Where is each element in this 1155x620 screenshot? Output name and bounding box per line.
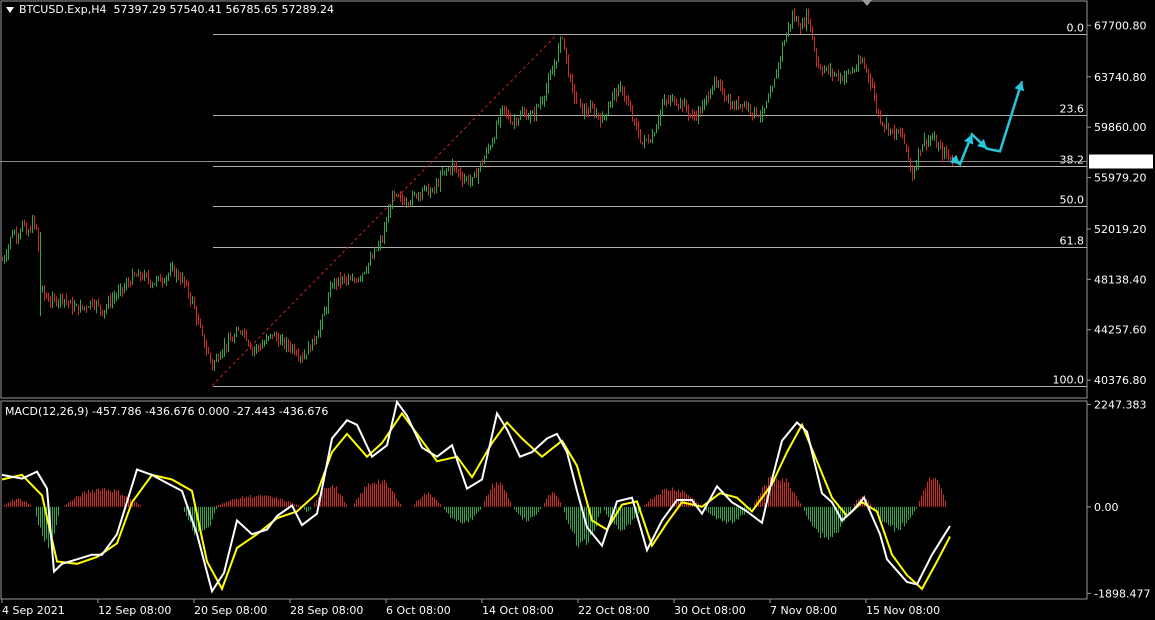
time-axis: 4 Sep 2021 12 Sep 08:00 20 Sep 08:00 28 Sep… <box>1 599 940 617</box>
signal-line <box>1 411 951 592</box>
price-tick-label: 52019.20 <box>1094 223 1147 236</box>
price-tick-label: 59860.00 <box>1094 121 1147 134</box>
chart-header: BTCUSD.Exp,H4 57397.29 57540.41 56785.65… <box>6 3 334 16</box>
fib-trend-line <box>211 34 558 387</box>
fib-level-label: 100.0 <box>1053 374 1085 387</box>
macd-lines <box>1 399 951 594</box>
fib-level-label: 50.0 <box>1060 194 1085 207</box>
price-tick-label: 48138.40 <box>1094 273 1147 286</box>
candlesticks <box>2 8 953 372</box>
ohlc-values: 57397.29 57540.41 56785.65 57289.24 <box>113 3 334 16</box>
time-tick-label: 7 Nov 08:00 <box>770 604 837 617</box>
time-tick-label: 22 Oct 08:00 <box>578 604 650 617</box>
price-tick-label: 44257.60 <box>1094 324 1147 337</box>
macd-tick-label: 0.00 <box>1094 501 1119 514</box>
fib-level-label: 0.0 <box>1067 22 1085 35</box>
price-tick-label: 67700.80 <box>1094 19 1147 32</box>
macd-tick-label: 2247.383 <box>1094 398 1147 411</box>
projection-arrowhead <box>949 154 960 165</box>
macd-line <box>1 399 951 594</box>
fib-trendline <box>211 34 558 387</box>
projection-path <box>951 80 1024 167</box>
fib-level-label: 23.6 <box>1060 103 1085 116</box>
time-tick-label: 20 Sep 08:00 <box>194 604 267 617</box>
time-tick-label: 14 Oct 08:00 <box>482 604 554 617</box>
projection-arrows <box>949 80 1025 167</box>
dropdown-triangle-icon[interactable] <box>6 7 14 13</box>
price-tick-label: 40376.80 <box>1094 374 1147 387</box>
time-tick-label: 30 Oct 08:00 <box>674 604 746 617</box>
macd-header: MACD(12,26,9) -457.786 -436.676 0.000 -2… <box>5 405 329 418</box>
time-tick-label: 28 Sep 08:00 <box>290 604 363 617</box>
scroll-marker-icon[interactable] <box>862 0 872 6</box>
price-tick-label: 55979.20 <box>1094 172 1147 185</box>
time-tick-label: 6 Oct 08:00 <box>386 604 451 617</box>
macd-axis: 2247.383 0.00 -1898.477 <box>1087 398 1150 600</box>
price-axis: 67700.80 63740.80 59860.00 55979.20 52019.20… <box>1087 19 1153 387</box>
main-panel <box>0 0 1088 399</box>
fibonacci-levels: 0.0 23.6 38.2 50.0 61.8 100.0 <box>0 22 1087 387</box>
time-tick-label: 12 Sep 08:00 <box>98 604 171 617</box>
fib-level-label: 38.2 <box>1060 154 1085 167</box>
chart-canvas: 0.0 23.6 38.2 50.0 61.8 100.0 67700.80 63740.8… <box>0 0 1153 617</box>
symbol-label: BTCUSD.Exp,H4 <box>19 3 107 16</box>
time-tick-label: 15 Nov 08:00 <box>866 604 940 617</box>
price-tick-label: 63740.80 <box>1094 71 1147 84</box>
fib-level-label: 61.8 <box>1060 235 1085 248</box>
time-tick-label: 4 Sep 2021 <box>2 604 65 617</box>
current-price-label: 57289.24 <box>1092 156 1145 169</box>
macd-tick-label: -1898.477 <box>1094 587 1150 600</box>
